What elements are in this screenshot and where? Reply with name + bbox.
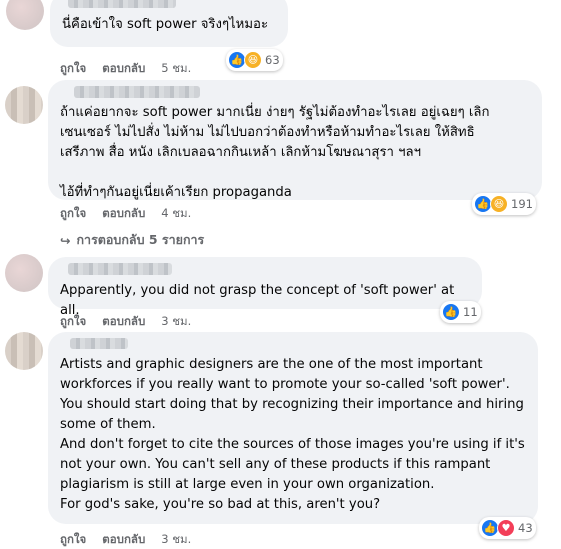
reaction-count: 11 <box>463 305 478 319</box>
reaction-summary[interactable]: 👍 😆 191 <box>472 193 536 215</box>
reaction-count: 43 <box>518 521 533 535</box>
reply-button[interactable]: ตอบกลับ <box>102 531 145 549</box>
replies-label: การตอบกลับ 5 รายการ <box>76 232 205 247</box>
comment-text: Artists and graphic designers are the on… <box>60 357 525 512</box>
like-button[interactable]: ถูกใจ <box>60 313 86 331</box>
like-icon: 👍 <box>442 303 460 321</box>
avatar[interactable] <box>5 254 43 292</box>
reply-arrow-icon: ↪ <box>60 232 71 248</box>
reply-button[interactable]: ตอบกลับ <box>102 313 145 331</box>
reaction-count: 63 <box>265 53 280 67</box>
like-button[interactable]: ถูกใจ <box>60 205 86 223</box>
author-name-blurred[interactable] <box>68 263 172 275</box>
author-name-blurred[interactable] <box>70 338 128 349</box>
like-button[interactable]: ถูกใจ <box>60 531 86 549</box>
comment-time[interactable]: 3 ชม. <box>161 531 191 549</box>
comment-time[interactable]: 4 ชม. <box>161 205 191 223</box>
haha-icon: 😆 <box>244 51 262 69</box>
comment-text: ถ้าแค่อยากจะ soft power มากเนี่ย ง่ายๆ ร… <box>60 105 490 200</box>
comment-actions: ถูกใจ ตอบกลับ 3 ชม. <box>60 313 191 331</box>
comment-actions: ถูกใจ ตอบกลับ 5 ชม. <box>60 60 191 78</box>
comment-time[interactable]: 3 ชม. <box>161 313 191 331</box>
reply-button[interactable]: ตอบกลับ <box>102 60 145 78</box>
comment-actions: ถูกใจ ตอบกลับ 4 ชม. <box>60 205 191 223</box>
comment-bubble: นี่คือเข้าใจ soft power จริงๆไหมอะ <box>50 0 288 47</box>
avatar[interactable] <box>5 86 43 124</box>
reaction-summary[interactable]: 👍 11 <box>440 301 481 323</box>
comment-text: นี่คือเข้าใจ soft power จริงๆไหมอะ <box>62 17 269 32</box>
reaction-summary[interactable]: 👍 ♥ 43 <box>479 517 536 539</box>
author-name-blurred[interactable] <box>68 0 176 8</box>
love-icon: ♥ <box>497 519 515 537</box>
view-replies-link[interactable]: ↪ การตอบกลับ 5 รายการ <box>60 230 204 250</box>
author-name-blurred[interactable] <box>74 86 200 98</box>
reply-button[interactable]: ตอบกลับ <box>102 205 145 223</box>
avatar[interactable] <box>6 0 44 30</box>
comment-actions: ถูกใจ ตอบกลับ 3 ชม. <box>60 531 191 549</box>
reaction-count: 191 <box>511 197 533 211</box>
like-button[interactable]: ถูกใจ <box>60 60 86 78</box>
comment-bubble: ถ้าแค่อยากจะ soft power มากเนี่ย ง่ายๆ ร… <box>48 80 542 200</box>
reaction-summary[interactable]: 👍 😆 63 <box>226 49 283 71</box>
avatar[interactable] <box>5 332 43 370</box>
comment-time[interactable]: 5 ชม. <box>161 60 191 78</box>
comment-bubble: Apparently, you did not grasp the concep… <box>48 257 482 318</box>
comment-bubble: Artists and graphic designers are the on… <box>48 332 538 524</box>
haha-icon: 😆 <box>490 195 508 213</box>
